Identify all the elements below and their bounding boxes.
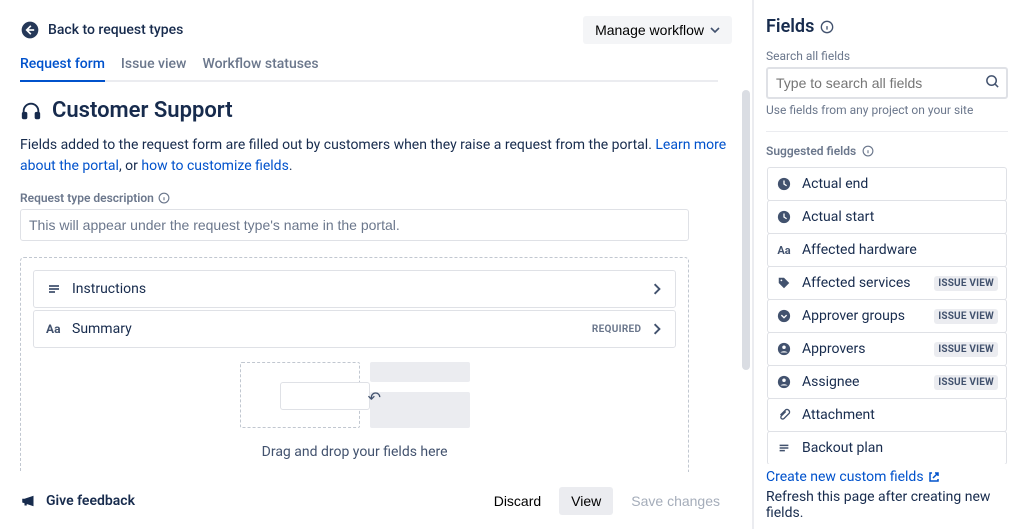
field-item-name: Affected services: [802, 275, 934, 291]
issue-view-badge: ISSUE VIEW: [934, 375, 998, 390]
footer: Give feedback Discard View Save changes: [0, 472, 752, 529]
save-button: Save changes: [619, 487, 732, 515]
suggested-field-list: Actual end Actual start Aa Affected hardwar…: [766, 166, 1008, 465]
field-item-name: Actual end: [802, 176, 998, 192]
manage-workflow-label: Manage workflow: [595, 22, 704, 38]
issue-view-badge: ISSUE VIEW: [934, 342, 998, 357]
clock-icon: [776, 176, 792, 192]
feedback-label: Give feedback: [46, 493, 135, 509]
form-field-label: Summary: [72, 321, 592, 337]
desc-field-label: Request type description: [20, 191, 732, 205]
info-icon[interactable]: [820, 20, 834, 34]
info-icon[interactable]: [862, 145, 874, 157]
search-input[interactable]: [766, 67, 1008, 99]
chevron-right-icon: [651, 283, 663, 295]
field-item[interactable]: Actual start: [767, 200, 1007, 234]
field-item-name: Approver groups: [802, 308, 934, 324]
field-item[interactable]: ApproversISSUE VIEW: [767, 332, 1007, 366]
customize-fields-link[interactable]: how to customize fields: [141, 158, 288, 174]
paragraph-icon: [46, 281, 62, 297]
chevron-right-icon: [651, 323, 663, 335]
headset-icon: [20, 100, 42, 122]
field-item[interactable]: Attachment: [767, 398, 1007, 432]
tab-issue-view[interactable]: Issue view: [121, 56, 187, 80]
field-item[interactable]: Actual end: [767, 167, 1007, 201]
view-button[interactable]: View: [559, 487, 613, 515]
search-help-text: Use fields from any project on your site: [766, 103, 1008, 117]
issue-view-badge: ISSUE VIEW: [934, 309, 998, 324]
field-item-name: Actual start: [802, 209, 998, 225]
text-icon: Aa: [776, 242, 792, 258]
info-icon[interactable]: [158, 192, 170, 204]
page-title: Customer Support: [52, 98, 233, 123]
form-field-label: Instructions: [72, 281, 651, 297]
create-custom-fields-link[interactable]: Create new custom fields: [766, 469, 1008, 485]
arrow-left-circle-icon: [20, 20, 40, 40]
person-icon: [776, 341, 792, 357]
form-builder-panel: Instructions Aa Summary REQUIRED ↶ Drag …: [20, 257, 689, 472]
external-icon: [928, 471, 940, 483]
clock-icon: [776, 209, 792, 225]
field-item[interactable]: AssigneeISSUE VIEW: [767, 365, 1007, 399]
tag-icon: [776, 275, 792, 291]
tabs: Request form Issue view Workflow statuse…: [20, 56, 718, 82]
megaphone-icon: [20, 492, 38, 510]
page-description: Fields added to the request form are fil…: [20, 135, 732, 177]
back-link[interactable]: Back to request types: [20, 20, 183, 40]
give-feedback-button[interactable]: Give feedback: [20, 492, 135, 510]
issue-view-badge: ISSUE VIEW: [934, 276, 998, 291]
tab-workflow-statuses[interactable]: Workflow statuses: [202, 56, 318, 80]
drop-zone-illustration: ↶: [240, 362, 470, 438]
person-icon: [776, 374, 792, 390]
manage-workflow-button[interactable]: Manage workflow: [583, 16, 732, 44]
search-icon[interactable]: [985, 74, 1000, 89]
field-item[interactable]: Affected servicesISSUE VIEW: [767, 266, 1007, 300]
sidebar-title: Fields: [766, 16, 814, 37]
scrollbar[interactable]: [742, 90, 750, 370]
field-item[interactable]: Approver groupsISSUE VIEW: [767, 299, 1007, 333]
discard-button[interactable]: Discard: [482, 487, 553, 515]
suggested-fields-label: Suggested fields: [766, 144, 1008, 158]
fields-sidebar: Fields Search all fields Use fields from…: [752, 0, 1020, 529]
clip-icon: [776, 407, 792, 423]
field-item-name: Attachment: [802, 407, 998, 423]
chevron-down-icon: [710, 25, 720, 35]
field-item[interactable]: Aa Affected hardware: [767, 233, 1007, 267]
description-input[interactable]: [20, 209, 689, 241]
refresh-help-text: Refresh this page after creating new fie…: [766, 489, 1008, 521]
search-label: Search all fields: [766, 49, 1008, 63]
list-icon: [776, 440, 792, 456]
field-item-name: Approvers: [802, 341, 934, 357]
main-panel: Back to request types Manage workflow Re…: [0, 0, 752, 529]
required-badge: REQUIRED: [592, 324, 641, 335]
chev-icon: [776, 308, 792, 324]
field-item-name: Backout plan: [802, 440, 998, 456]
form-field-instructions[interactable]: Instructions: [33, 270, 676, 308]
tab-request-form[interactable]: Request form: [20, 56, 105, 82]
drop-zone-text: Drag and drop your fields here: [33, 444, 676, 460]
form-field-summary[interactable]: Aa Summary REQUIRED: [33, 310, 676, 348]
field-item[interactable]: Backout plan: [767, 431, 1007, 465]
field-item-name: Assignee: [802, 374, 934, 390]
text-icon: Aa: [46, 322, 62, 336]
back-label: Back to request types: [48, 22, 183, 38]
field-item-name: Affected hardware: [802, 242, 998, 258]
